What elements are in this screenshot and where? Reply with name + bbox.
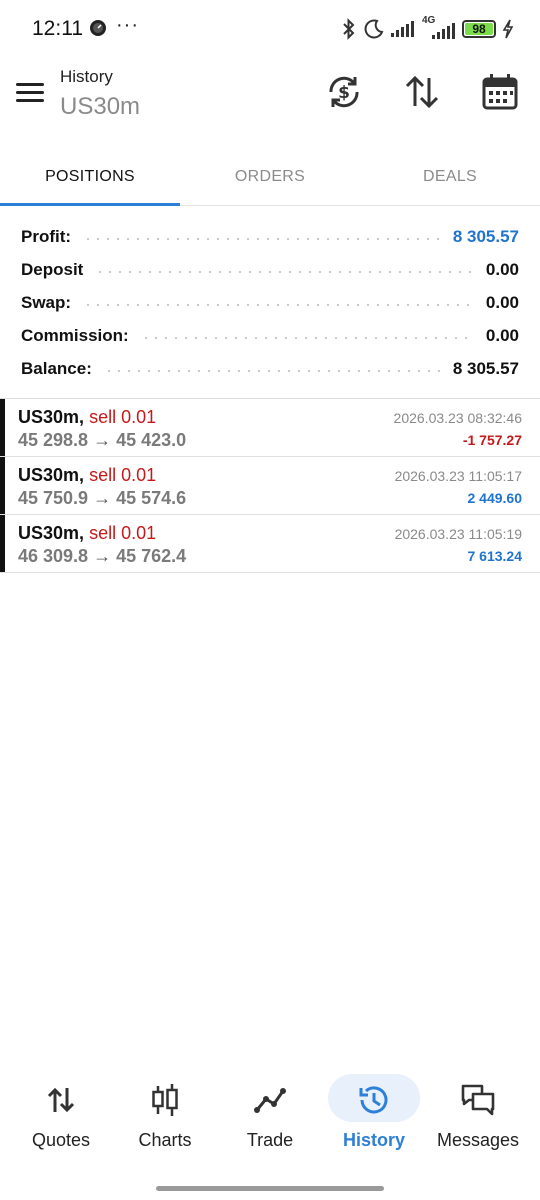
- sort-icon[interactable]: [402, 72, 442, 112]
- currency-exchange-icon[interactable]: $: [324, 72, 364, 112]
- home-indicator[interactable]: [156, 1186, 384, 1191]
- focus-mode-icon: [90, 20, 106, 36]
- bottom-navigation: Quotes Charts Trade History Messages: [0, 1068, 540, 1168]
- candlestick-icon: [152, 1084, 178, 1116]
- position-profit: -1 757.27: [462, 432, 522, 448]
- nav-charts[interactable]: Charts: [111, 1068, 219, 1168]
- summary-deposit-row: Deposit 0.00: [0, 253, 540, 286]
- dotted-leader: [140, 336, 474, 339]
- position-marker: [0, 399, 5, 456]
- nav-trade[interactable]: Trade: [216, 1068, 324, 1168]
- open-price: 45 298.8: [18, 430, 89, 450]
- tab-positions[interactable]: POSITIONS: [0, 148, 180, 206]
- swap-value: 0.00: [485, 292, 519, 312]
- nav-messages[interactable]: Messages: [424, 1068, 532, 1168]
- position-time: 2026.03.23 11:05:17: [394, 468, 522, 484]
- open-price: 46 309.8: [18, 546, 89, 566]
- dotted-leader: [95, 270, 474, 273]
- signal-4g: 4G: [422, 15, 456, 40]
- position-row[interactable]: US30m, sell 0.01 45 298.8 → 45 423.0 202…: [0, 399, 540, 457]
- active-tab-indicator: [0, 203, 180, 206]
- status-more-icon: ···: [116, 14, 139, 36]
- symbol-filter[interactable]: US30m: [60, 93, 140, 121]
- svg-text:$: $: [338, 83, 350, 103]
- position-type: sell 0.01: [89, 465, 157, 485]
- position-symbol: US30m, sell 0.01: [18, 407, 156, 428]
- bluetooth-icon: [343, 18, 355, 40]
- messages-icon: [461, 1084, 495, 1116]
- summary-profit-row: Profit: 8 305.57: [0, 220, 540, 253]
- commission-label: Commission:: [21, 325, 129, 345]
- swap-label: Swap:: [21, 292, 72, 312]
- balance-label: Balance:: [21, 358, 92, 378]
- history-tabs: POSITIONS ORDERS DEALS: [0, 148, 540, 206]
- status-time: 12:11: [32, 17, 83, 40]
- balance-value: 8 305.57: [452, 358, 519, 378]
- profit-label: Profit:: [21, 226, 72, 246]
- charging-bolt-icon: [502, 19, 514, 39]
- position-time: 2026.03.23 08:32:46: [393, 410, 522, 426]
- battery-icon: 98: [462, 20, 496, 38]
- position-prices: 45 750.9 → 45 574.6: [18, 488, 186, 509]
- position-symbol: US30m, sell 0.01: [18, 465, 156, 486]
- position-profit: 7 613.24: [467, 548, 523, 564]
- position-type: sell 0.01: [89, 523, 157, 543]
- calendar-icon[interactable]: [480, 72, 520, 112]
- tab-orders[interactable]: ORDERS: [180, 148, 360, 206]
- signal-icon-2: [432, 23, 455, 39]
- app-header: History US30m $: [0, 58, 540, 138]
- open-price: 45 750.9: [18, 488, 89, 508]
- position-prices: 46 309.8 → 45 762.4: [18, 546, 186, 567]
- position-time: 2026.03.23 11:05:19: [394, 526, 522, 542]
- nav-quotes[interactable]: Quotes: [7, 1068, 115, 1168]
- battery-level: 98: [472, 22, 486, 36]
- quotes-arrows-icon: [47, 1087, 75, 1113]
- nav-trade-label: Trade: [246, 1130, 294, 1150]
- nav-quotes-label: Quotes: [31, 1130, 91, 1150]
- deposit-value: 0.00: [485, 259, 519, 279]
- summary-swap-row: Swap: 0.00: [0, 286, 540, 319]
- close-price: 45 423.0: [116, 430, 187, 450]
- summary-commission-row: Commission: 0.00: [0, 319, 540, 352]
- symbol-text: US30m,: [18, 407, 85, 427]
- commission-value: 0.00: [485, 325, 519, 345]
- hamburger-icon: [16, 83, 44, 86]
- position-row[interactable]: US30m, sell 0.01 46 309.8 → 45 762.4 202…: [0, 515, 540, 573]
- menu-button[interactable]: [14, 78, 48, 108]
- positions-list: US30m, sell 0.01 45 298.8 → 45 423.0 202…: [0, 399, 540, 573]
- nav-history-label: History: [342, 1130, 405, 1150]
- profit-value: 8 305.57: [452, 226, 519, 246]
- dotted-leader: [103, 369, 441, 372]
- deposit-label: Deposit: [21, 259, 84, 279]
- position-marker: [0, 515, 5, 572]
- position-profit: 2 449.60: [467, 490, 523, 506]
- symbol-text: US30m,: [18, 465, 85, 485]
- position-marker: [0, 457, 5, 514]
- dotted-leader: [83, 237, 441, 240]
- history-summary: Profit: 8 305.57 Deposit 0.00 Swap: 0.00…: [0, 220, 540, 385]
- close-price: 45 762.4: [116, 546, 187, 566]
- page-title: History: [60, 67, 113, 86]
- nav-history[interactable]: History: [320, 1068, 428, 1168]
- nav-messages-label: Messages: [436, 1130, 520, 1150]
- nav-charts-label: Charts: [138, 1130, 192, 1150]
- summary-balance-row: Balance: 8 305.57: [0, 352, 540, 385]
- arrow-right-icon: →: [93, 488, 112, 508]
- close-price: 45 574.6: [116, 488, 187, 508]
- moon-icon: [364, 19, 384, 39]
- position-prices: 45 298.8 → 45 423.0: [18, 430, 186, 451]
- trade-line-icon: [254, 1088, 286, 1113]
- arrow-right-icon: →: [93, 546, 112, 566]
- status-bar: 12:11 ··· 4G 98: [0, 0, 540, 58]
- signal-icon-1: [391, 21, 414, 37]
- history-clock-icon: [359, 1086, 388, 1114]
- arrow-right-icon: →: [93, 430, 112, 450]
- position-row[interactable]: US30m, sell 0.01 45 750.9 → 45 574.6 202…: [0, 457, 540, 515]
- position-type: sell 0.01: [89, 407, 157, 427]
- dotted-leader: [83, 303, 474, 306]
- symbol-text: US30m,: [18, 523, 85, 543]
- position-symbol: US30m, sell 0.01: [18, 523, 156, 544]
- tab-deals[interactable]: DEALS: [360, 148, 540, 206]
- status-indicators: 4G 98: [340, 15, 514, 42]
